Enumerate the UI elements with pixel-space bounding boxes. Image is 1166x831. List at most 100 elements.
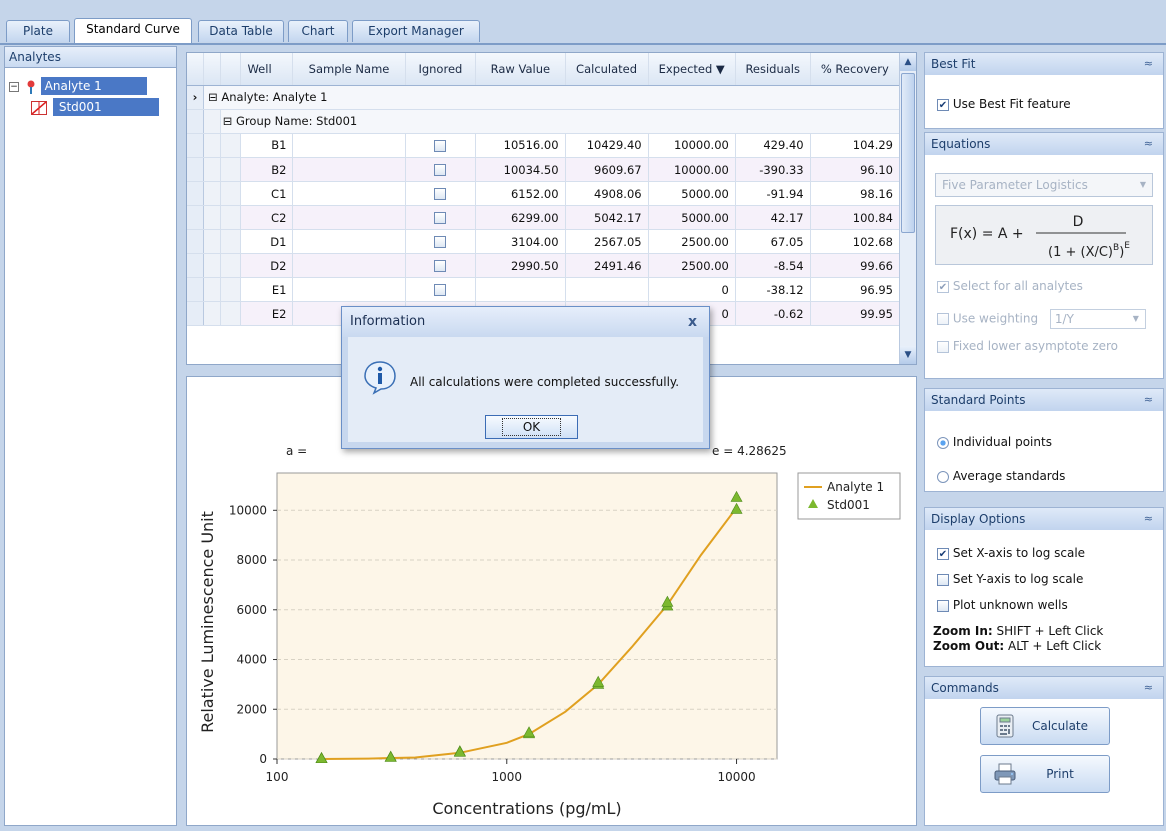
collapse-icon[interactable]: − [9,81,19,92]
cell-residuals[interactable]: -38.12 [735,277,811,302]
checkbox-icon[interactable] [434,260,447,272]
cell-well[interactable]: E2 [240,301,294,326]
group-row-std[interactable]: ⊟ Group Name: Std001 [187,109,901,134]
row-selector[interactable] [187,253,205,278]
dropdown-arrow-icon[interactable]: ▼ [1140,174,1146,196]
row-selector[interactable] [187,229,205,254]
cell-expected[interactable]: 2500.00 [648,253,736,278]
cell-raw-value[interactable]: 6299.00 [475,205,566,230]
cell-expected[interactable]: 10000.00 [648,133,736,158]
checkbox-icon[interactable] [937,599,949,612]
table-row[interactable]: C2 6299.00 5042.17 5000.00 42.17 100.84 [187,205,901,230]
checkbox-icon[interactable] [434,284,447,296]
cell-residuals[interactable]: -91.94 [735,181,811,206]
table-row[interactable]: D1 3104.00 2567.05 2500.00 67.05 102.68 [187,229,901,254]
vertical-splitter[interactable] [178,46,186,826]
tab-plate[interactable]: Plate [6,20,70,42]
cell-well[interactable]: B2 [240,157,294,182]
standard-points-header[interactable]: Standard Points ≈ [925,389,1163,411]
cell-calculated[interactable]: 5042.17 [565,205,649,230]
cell-well[interactable]: E1 [240,277,294,302]
cell-residuals[interactable]: 42.17 [735,205,811,230]
checkbox-icon[interactable] [434,236,447,248]
commands-header[interactable]: Commands ≈ [925,677,1163,699]
cell-well[interactable]: D2 [240,253,294,278]
checkbox-checked-icon[interactable] [937,98,949,111]
average-standards-radio[interactable]: Average standards [937,469,1065,483]
col-ignored[interactable]: Ignored [405,53,477,86]
cell-expected[interactable]: 10000.00 [648,157,736,182]
col-recovery[interactable]: % Recovery [810,53,901,86]
cell-residuals[interactable]: -390.33 [735,157,811,182]
tab-data-table[interactable]: Data Table [198,20,284,42]
table-row[interactable]: E1 0 -38.12 96.95 [187,277,901,302]
checkbox-checked-icon[interactable] [937,280,949,293]
row-selector[interactable] [187,133,205,158]
cell-recovery[interactable]: 104.29 [810,133,901,158]
row-selector[interactable] [187,109,205,134]
tab-chart[interactable]: Chart [288,20,348,42]
cell-raw-value[interactable]: 10034.50 [475,157,566,182]
cell-raw-value[interactable]: 3104.00 [475,229,566,254]
use-weighting-checkbox[interactable]: Use weighting 1/Y ▼ [937,309,1146,329]
group-row-analyte[interactable]: › ⊟ Analyte: Analyte 1 [187,85,900,110]
cell-recovery[interactable]: 96.10 [810,157,901,182]
cell-raw-value[interactable]: 2990.50 [475,253,566,278]
cell-expected[interactable]: 5000.00 [648,205,736,230]
cell-raw-value[interactable]: 10516.00 [475,133,566,158]
cell-expected[interactable]: 5000.00 [648,181,736,206]
table-row[interactable]: C1 6152.00 4908.06 5000.00 -91.94 98.16 [187,181,901,206]
grid-scrollbar[interactable]: ▲ ▼ [899,53,916,364]
cell-recovery[interactable]: 96.95 [810,277,901,302]
checkbox-icon[interactable] [434,212,447,224]
cell-sample-name[interactable] [292,133,406,158]
table-row[interactable]: B2 10034.50 9609.67 10000.00 -390.33 96.10 [187,157,901,182]
cell-ignored[interactable] [405,229,477,254]
cell-calculated[interactable]: 2491.46 [565,253,649,278]
row-selector[interactable] [187,157,205,182]
checkbox-icon[interactable] [434,164,447,176]
cell-expected[interactable]: 2500.00 [648,229,736,254]
cell-recovery[interactable]: 99.95 [810,301,901,326]
dropdown-arrow-icon[interactable]: ▼ [1133,310,1139,328]
calculate-button[interactable]: Calculate [980,707,1110,745]
individual-points-radio[interactable]: Individual points [937,435,1052,449]
tree-item-analyte-1[interactable]: − Analyte 1 [9,77,177,95]
cell-sample-name[interactable] [292,277,406,302]
cell-calculated[interactable]: 2567.05 [565,229,649,254]
collapse-chevron-icon[interactable]: ≈ [1144,389,1153,411]
checkbox-icon[interactable] [937,340,949,353]
checkbox-checked-icon[interactable] [937,547,949,560]
cell-sample-name[interactable] [292,205,406,230]
row-selector[interactable] [187,277,205,302]
checkbox-icon[interactable] [434,139,447,152]
cell-recovery[interactable]: 100.84 [810,205,901,230]
cell-residuals[interactable]: -0.62 [735,301,811,326]
row-selector[interactable] [187,181,205,206]
row-selector[interactable] [187,205,205,230]
col-calculated[interactable]: Calculated [565,53,649,86]
col-residuals[interactable]: Residuals [735,53,811,86]
cell-ignored[interactable] [405,277,477,302]
cell-recovery[interactable]: 102.68 [810,229,901,254]
checkbox-icon[interactable] [434,188,447,200]
cell-calculated[interactable] [565,277,649,302]
row-selector[interactable] [187,301,205,326]
cell-well[interactable]: D1 [240,229,294,254]
cell-ignored[interactable] [405,133,477,158]
tab-standard-curve[interactable]: Standard Curve [74,18,192,44]
cell-residuals[interactable]: 429.40 [735,133,811,158]
cell-calculated[interactable]: 10429.40 [565,133,649,158]
cell-ignored[interactable] [405,157,477,182]
weighting-select[interactable]: 1/Y ▼ [1049,309,1146,329]
cell-expected[interactable]: 0 [648,277,736,302]
fixed-lower-asymptote-checkbox[interactable]: Fixed lower asymptote zero [937,339,1118,353]
cell-ignored[interactable] [405,181,477,206]
cell-raw-value[interactable]: 6152.00 [475,181,566,206]
cell-ignored[interactable] [405,253,477,278]
scroll-thumb[interactable] [901,73,915,233]
collapse-chevron-icon[interactable]: ≈ [1144,677,1153,699]
select-all-analytes-checkbox[interactable]: Select for all analytes [937,279,1083,293]
use-best-fit-checkbox[interactable]: Use Best Fit feature [937,97,1071,111]
ok-button[interactable]: OK [485,415,578,439]
